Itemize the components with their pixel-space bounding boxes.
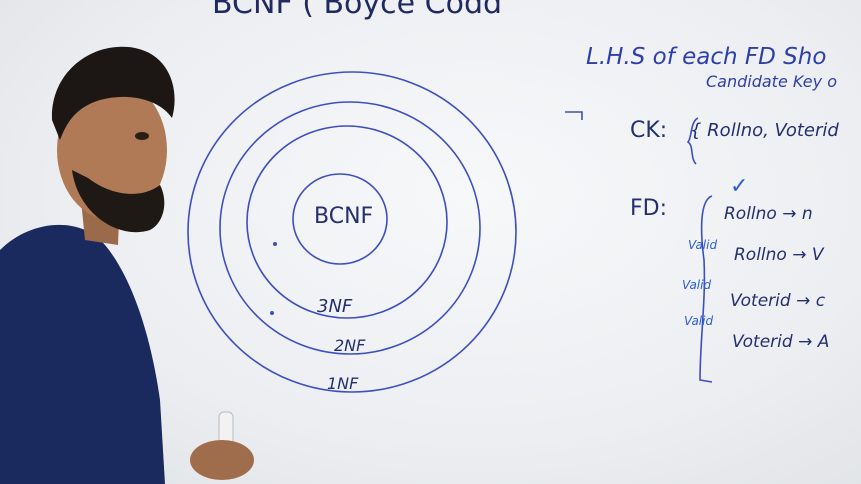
presenter-eye [135,132,149,140]
presenter-shirt [0,224,165,484]
presenter [0,46,254,484]
presenter-hand [190,440,254,480]
